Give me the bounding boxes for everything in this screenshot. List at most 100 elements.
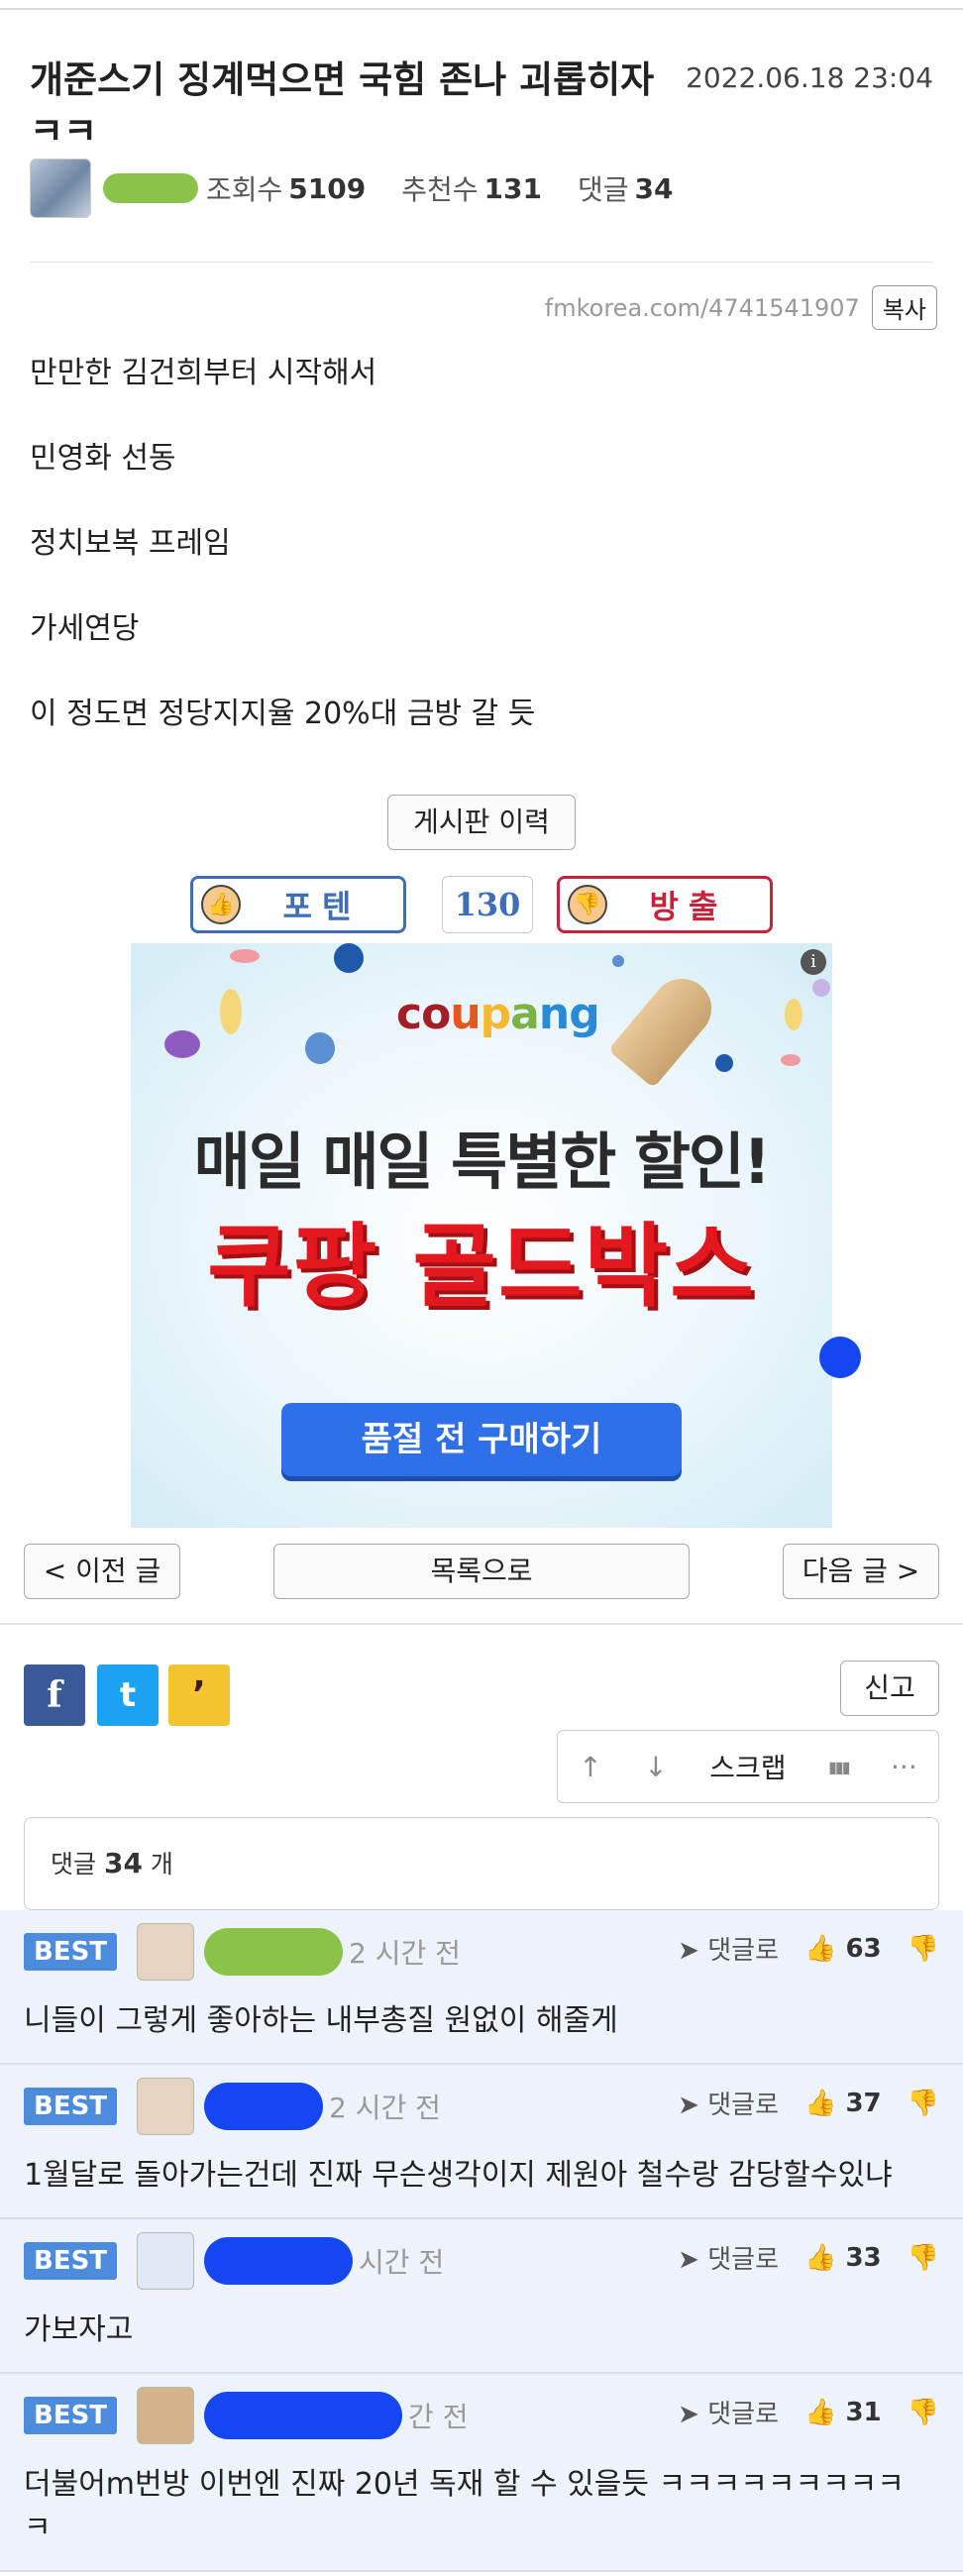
rocket-illustration-icon [607,966,724,1089]
confetti-decoration [220,989,242,1034]
post-url[interactable]: fmkorea.com/4741541907 [545,294,860,322]
recommend-count: 131 [483,171,542,205]
thumbs-down-face-icon: 👎 [568,885,607,924]
confetti-decoration [164,1030,200,1058]
body-line: 민영화 선동 [30,441,176,476]
divider [30,262,933,263]
comment-time: 시간 전 [359,2246,445,2279]
views-count: 5109 [288,171,367,205]
body-line: 이 정도면 정당지지율 20%대 금방 갈 듯 [30,697,536,731]
reply-button[interactable]: ➤ 댓글로 [678,1930,779,1967]
best-badge: BEST [24,2088,118,2125]
dislike-icon[interactable]: 👎 [908,2243,939,2273]
back-to-list-button[interactable]: 목록으로 [273,1544,690,1599]
vote-down-label: 방출 [649,888,728,925]
kakao-share-icon[interactable]: ’ [168,1664,230,1726]
body-line: 만만한 김건희부터 시작해서 [30,356,377,390]
facebook-share-icon[interactable]: f [24,1664,85,1726]
reply-button[interactable]: ➤ 댓글로 [678,2394,779,2430]
reply-button[interactable]: ➤ 댓글로 [678,2085,779,2121]
views-label: 조회수 [206,173,283,206]
ad-headline: 매일 매일 특별한 할인! [193,1126,771,1198]
commenter-name-redacted[interactable] [204,1928,344,1976]
comments-label: 댓글 [577,173,629,206]
commenter-avatar[interactable] [137,2387,195,2444]
ad-cta-button[interactable]: 품절 전 구매하기 [281,1403,682,1476]
commenter-avatar[interactable] [137,2232,195,2290]
comment-list: BEST 2 시간 전 ➤ 댓글로 👍 63 👎 니들이 그렇게 좋아하는 내부… [0,1910,963,2572]
confetti-decoration [812,979,830,997]
board-history-button[interactable]: 게시판 이력 [387,795,576,850]
divider [0,1623,963,1625]
like-button[interactable]: 👍 33 [804,2243,882,2273]
post-title: 개준스기 징계먹으면 국힘 존나 괴롭히자 ㅋㅋ [30,58,655,153]
post-date: 2022.06.18 23:04 [686,61,933,94]
best-badge: BEST [24,2397,118,2434]
vote-up-label: 포텐 [282,888,362,925]
author-nickname-redacted[interactable] [103,173,198,203]
body-line: 가세연당 [30,611,140,646]
top-divider [0,8,963,10]
commenter-name-redacted[interactable] [204,2237,354,2285]
comment-text: 더불어m번방 이번엔 진짜 20년 독재 할 수 있을듯 ㅋㅋㅋㅋㅋㅋㅋㅋㅋ ㅋ [24,2467,905,2545]
vote-count: 130 [442,876,533,933]
comment-text: 1월달로 돌아가는건데 진짜 무슨생각이지 제원아 철수랑 감당할수있냐 [24,2158,893,2193]
dislike-icon[interactable]: 👎 [908,2398,939,2427]
comments-count: 34 [634,171,674,205]
post-meta: 조회수 5109 추천수 131 댓글 34 [30,159,673,218]
like-button[interactable]: 👍 31 [804,2398,882,2427]
next-post-button[interactable]: 다음 글 > [783,1544,939,1599]
comment-text: 가보자고 [24,2312,134,2347]
stats-icon[interactable]: ▮▮▮ [828,1758,850,1776]
comment-item: BEST 간 전 ➤ 댓글로 👍 31 👎 더불어m번방 이번엔 진짜 20년 … [0,2374,963,2572]
arrow-up-icon[interactable]: ↑ [579,1751,601,1783]
like-button[interactable]: 👍 63 [804,1934,882,1964]
body-line: 정치보복 프레임 [30,526,231,561]
prev-post-button[interactable]: < 이전 글 [24,1544,180,1599]
url-row: fmkorea.com/4741541907 복사 [545,285,937,330]
more-icon[interactable]: ··· [891,1751,917,1783]
confetti-decoration [785,999,802,1030]
dislike-icon[interactable]: 👎 [908,2089,939,2118]
confetti-decoration [612,955,624,967]
floating-blue-dot [819,1337,861,1378]
ad-title: 쿠팡 골드박스 [207,1214,756,1320]
comment-count-prefix: 댓글 [51,1850,97,1878]
comment-item: BEST 2 시간 전 ➤ 댓글로 👍 63 👎 니들이 그렇게 좋아하는 내부… [0,1910,963,2065]
confetti-decoration [305,1032,335,1064]
coupang-ad-banner[interactable]: i coupang 매일 매일 특별한 할인! 쿠팡 골드박스 품절 전 구매하… [131,943,832,1528]
report-button[interactable]: 신고 [840,1661,939,1716]
best-badge: BEST [24,2242,118,2280]
commenter-avatar[interactable] [137,1923,195,1981]
like-button[interactable]: 👍 37 [804,2089,882,2118]
comment-count-suffix: 개 [150,1850,173,1878]
comment-count-box: 댓글 34 개 [24,1817,939,1910]
post-toolbar: ↑ ↓ 스크랩 ▮▮▮ ··· [557,1730,939,1803]
author-avatar[interactable] [30,159,91,218]
vote-up-button[interactable]: 👍 포텐 [190,876,406,933]
recommend-label: 추천수 [401,173,479,206]
confetti-decoration [781,1054,801,1066]
commenter-name-redacted[interactable] [204,2083,324,2130]
comment-item: BEST 2 시간 전 ➤ 댓글로 👍 37 👎 1월달로 돌아가는건데 진짜 … [0,2065,963,2219]
commenter-avatar[interactable] [137,2078,195,2135]
comment-count: 34 [103,1847,143,1879]
post-body: 만만한 김건희부터 시작해서 민영화 선동 정치보복 프레임 가세연당 이 정도… [30,352,535,778]
arrow-down-icon[interactable]: ↓ [644,1751,667,1783]
best-badge: BEST [24,1933,118,1971]
comment-text: 니들이 그렇게 좋아하는 내부총질 원없이 해줄게 [24,2003,618,2038]
comment-item: BEST 시간 전 ➤ 댓글로 👍 33 👎 가보자고 [0,2219,963,2374]
scrap-button[interactable]: 스크랩 [709,1747,786,1786]
vote-down-button[interactable]: 👎 방출 [557,876,773,933]
comment-time: 2 시간 전 [349,1937,461,1970]
comment-time: 2 시간 전 [329,2092,441,2124]
reply-button[interactable]: ➤ 댓글로 [678,2239,779,2276]
thumbs-up-face-icon: 👍 [201,885,241,924]
coupang-logo: coupang [396,989,600,1039]
twitter-share-icon[interactable]: t [97,1664,159,1726]
confetti-decoration [334,943,364,973]
commenter-name-redacted[interactable] [204,2392,403,2439]
ad-info-icon[interactable]: i [801,949,826,975]
dislike-icon[interactable]: 👎 [908,1934,939,1964]
copy-button[interactable]: 복사 [871,285,937,330]
